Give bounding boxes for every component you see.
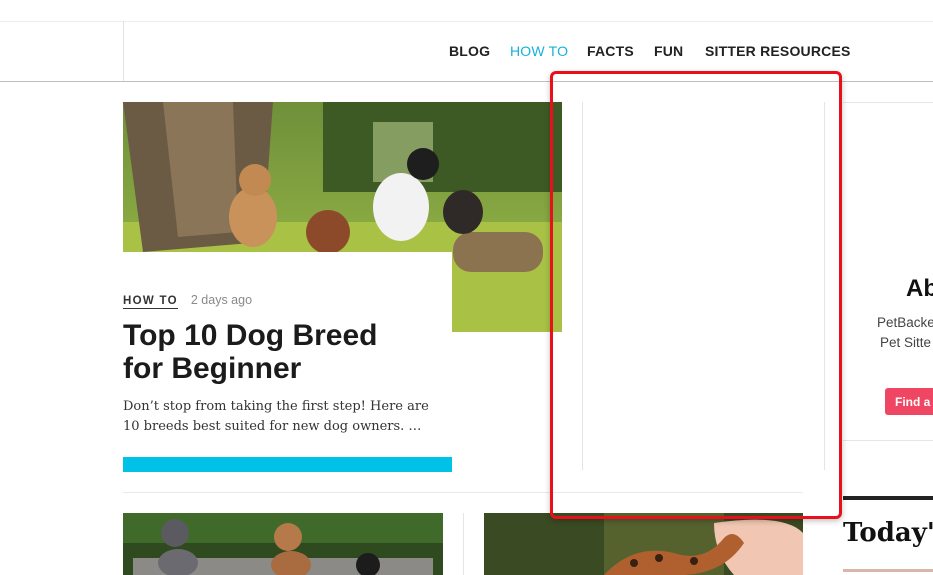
nav-how-to[interactable]: HOW TO bbox=[510, 43, 568, 59]
sidebar-about-line-2: Pet Sitte bbox=[880, 335, 932, 350]
find-sitter-button[interactable]: Find a bbox=[885, 388, 933, 415]
title-line-1: Top 10 Dog Breed bbox=[123, 319, 378, 352]
article-thumbnail-dogs[interactable] bbox=[123, 513, 443, 575]
read-more-bar[interactable] bbox=[123, 457, 452, 472]
header-divider bbox=[123, 21, 124, 81]
excerpt-line-2: 10 breeds best suited for new dog owners… bbox=[123, 419, 422, 434]
featured-article-title[interactable]: Top 10 Dog Breed for Beginner bbox=[123, 319, 443, 385]
featured-article-excerpt: Don’t stop from taking the first step! H… bbox=[123, 397, 443, 437]
sidebar-about-heading: Ab bbox=[906, 275, 933, 302]
highlight-box bbox=[550, 71, 842, 519]
title-line-2: for Beginner bbox=[123, 352, 302, 385]
top-utility-bar bbox=[0, 0, 933, 22]
today-heading: Today' bbox=[843, 518, 933, 548]
nav-sitter-resources[interactable]: SITTER RESOURCES bbox=[705, 43, 851, 59]
snake-on-hand-photo bbox=[484, 513, 803, 575]
sidebar-divider bbox=[843, 440, 933, 441]
column-divider bbox=[463, 513, 464, 575]
today-underline bbox=[843, 569, 933, 572]
nav-blog[interactable]: BLOG bbox=[449, 43, 490, 59]
sidebar-top-border bbox=[843, 102, 933, 103]
dogs-on-bench-photo bbox=[123, 513, 443, 575]
nav-fun[interactable]: FUN bbox=[654, 43, 683, 59]
sidebar-about-line-1: PetBacke bbox=[877, 315, 933, 330]
article-thumbnail-snake[interactable] bbox=[484, 513, 803, 575]
excerpt-line-1: Don’t stop from taking the first step! H… bbox=[123, 399, 429, 414]
category-link[interactable]: HOW TO bbox=[123, 295, 178, 309]
today-section-bar bbox=[843, 496, 933, 500]
post-date: 2 days ago bbox=[190, 293, 253, 307]
nav-facts[interactable]: FACTS bbox=[587, 43, 634, 59]
article-meta: HOW TO 2 days ago bbox=[123, 293, 252, 309]
